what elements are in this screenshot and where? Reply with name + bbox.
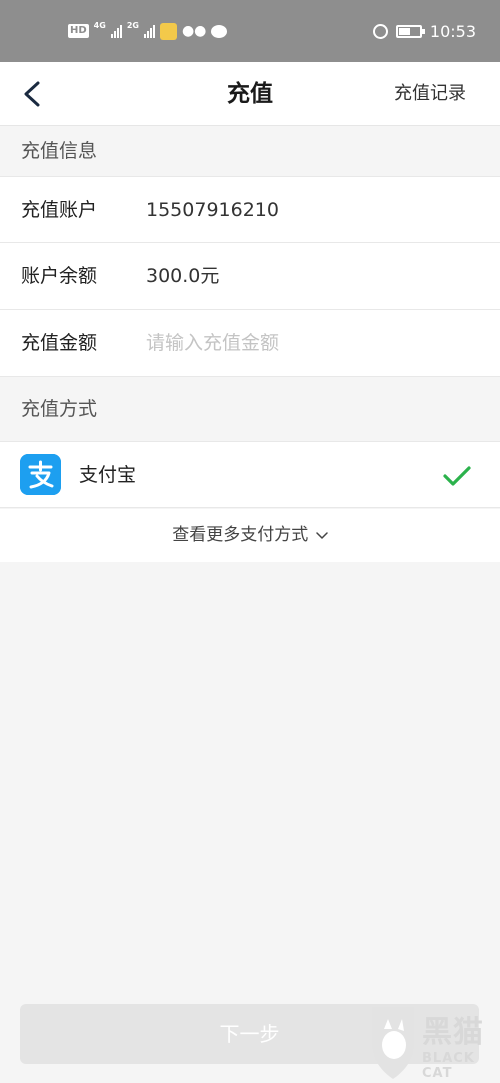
- navigation-bar: 充值 充值记录: [0, 62, 500, 126]
- status-icons-right: 10:53: [372, 20, 476, 42]
- amount-input[interactable]: [146, 310, 476, 376]
- recharge-history-link[interactable]: 充值记录: [394, 62, 466, 126]
- checkmark-icon: [443, 466, 471, 486]
- network-type-2g: 2G: [126, 21, 139, 30]
- hd-voice-icon: HD: [68, 24, 89, 38]
- more-payment-methods-label: 查看更多支付方式: [172, 525, 309, 545]
- section-header-payment-method: 充值方式: [0, 378, 500, 440]
- black-cat-logo-icon: [372, 1007, 414, 1079]
- black-cat-watermark: 黑猫 BLACK CAT: [368, 1001, 496, 1081]
- chevron-down-icon: [315, 532, 328, 539]
- signal-icon: [110, 24, 122, 38]
- signal-icon: [143, 24, 155, 38]
- watermark-text-cn: 黑猫: [422, 1015, 484, 1050]
- clock-time: 10:53: [429, 21, 476, 41]
- balance-row: 账户余额 300.0元: [0, 243, 500, 310]
- wechat-icon: ●●: [181, 23, 207, 39]
- status-bar: HD 4G 2G ●● 10:53: [0, 0, 500, 62]
- network-type-4g: 4G: [93, 21, 106, 30]
- watermark-text-en: BLACK CAT: [422, 1051, 475, 1081]
- account-label: 充值账户: [21, 199, 98, 221]
- status-icons-left: HD 4G 2G ●●: [68, 20, 228, 42]
- more-payment-methods-button[interactable]: 查看更多支付方式: [0, 509, 500, 562]
- alipay-icon: [20, 454, 61, 495]
- account-value: 15507916210: [146, 199, 279, 221]
- amount-row: 充值金额: [0, 310, 500, 377]
- payment-method-name: 支付宝: [79, 464, 137, 486]
- payment-method-alipay[interactable]: 支付宝: [0, 441, 500, 508]
- amount-label: 充值金额: [21, 332, 98, 354]
- message-bubble-icon: [211, 24, 228, 38]
- section-header-recharge-info: 充值信息: [0, 127, 500, 175]
- balance-label: 账户余额: [21, 265, 98, 287]
- app-notification-icon: [159, 22, 177, 40]
- battery-icon: [395, 24, 425, 38]
- account-row: 充值账户 15507916210: [0, 176, 500, 243]
- balance-value: 300.0元: [146, 265, 220, 287]
- alarm-icon: [372, 23, 388, 39]
